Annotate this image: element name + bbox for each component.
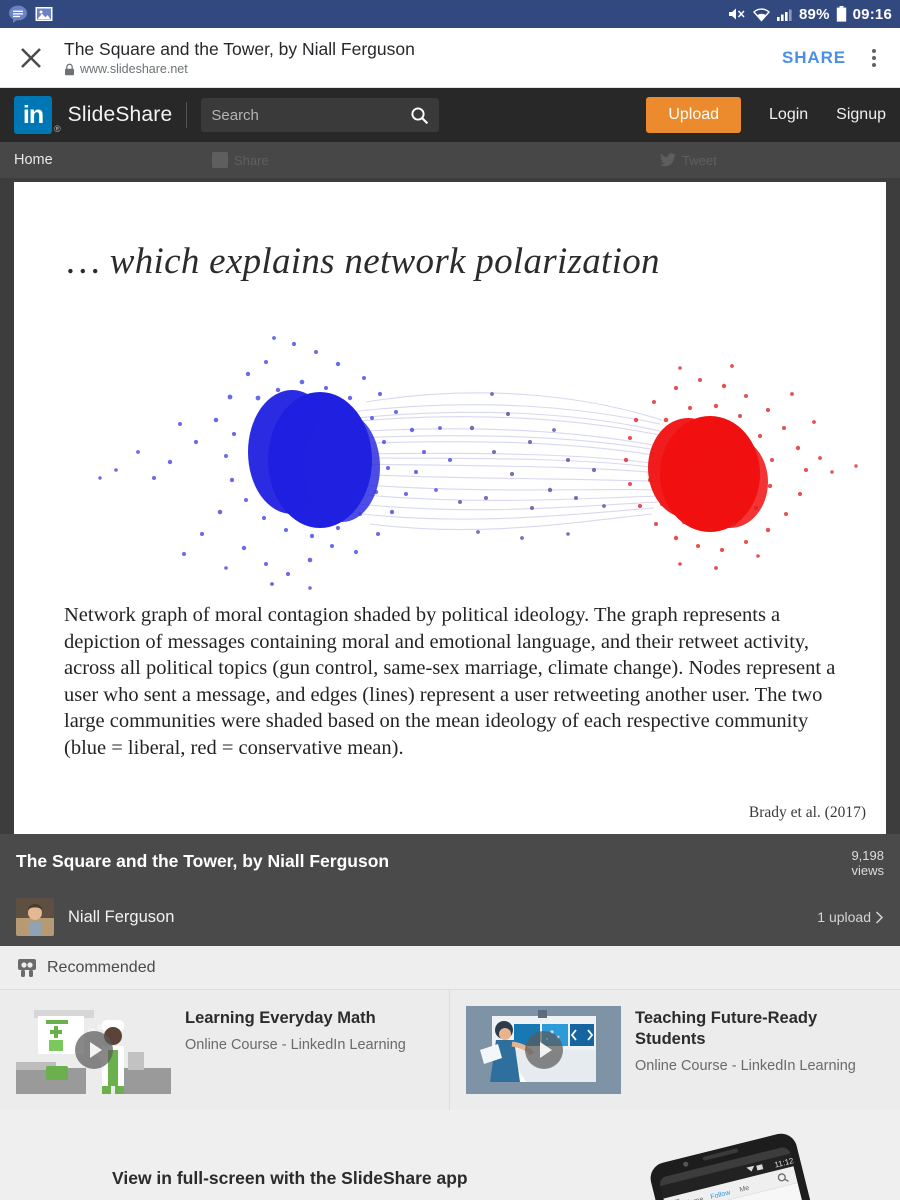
recommended-card-text: Teaching Future-Ready Students Online Co…: [635, 1006, 884, 1075]
uploads-link[interactable]: 1 upload: [817, 909, 884, 925]
current-slide[interactable]: … which explains network polarization Ne…: [14, 182, 886, 834]
app-promo-section: View in full-screen with the SlideShare …: [0, 1110, 900, 1200]
avatar-image: [16, 898, 54, 936]
chef-illustration-thumbnail[interactable]: [16, 1006, 171, 1094]
author-name[interactable]: Niall Ferguson: [68, 908, 174, 927]
search-input[interactable]: [211, 106, 411, 124]
android-phone-illustration: 11:12 Home Follow Me: [650, 1133, 816, 1200]
deck-author-row: Niall Ferguson 1 upload: [16, 898, 884, 936]
facebook-icon: [212, 152, 228, 168]
slideshare-brand[interactable]: SlideShare: [68, 103, 173, 127]
breadcrumb-bar: Home Share Tweet: [0, 142, 900, 178]
browser-title-block: The Square and the Tower, by Niall Fergu…: [64, 39, 782, 76]
twitter-icon: [660, 153, 676, 167]
play-triangle: [539, 1042, 552, 1058]
slide-frame: … which explains network polarization Ne…: [6, 182, 894, 834]
android-status-bar: 89% 09:16: [0, 0, 900, 28]
recommended-card-text: Learning Everyday Math Online Course - L…: [185, 1006, 406, 1054]
lock-icon: [65, 63, 74, 75]
recommended-card-subtitle: Online Course - LinkedIn Learning: [635, 1058, 856, 1074]
recommended-header: Recommended: [0, 946, 900, 990]
battery-icon: [836, 6, 846, 22]
search-icon[interactable]: [410, 106, 429, 125]
slide-body-text: Network graph of moral contagion shaded …: [64, 604, 836, 759]
battery-percent: 89%: [799, 5, 830, 23]
recommended-card-subtitle: Online Course - LinkedIn Learning: [185, 1037, 406, 1053]
status-clock: 09:16: [852, 5, 892, 23]
play-triangle: [89, 1042, 102, 1058]
nav-divider: [186, 102, 188, 128]
views-label: views: [851, 863, 884, 878]
author-block[interactable]: Niall Ferguson: [16, 898, 174, 936]
network-graph-figure: [14, 302, 886, 592]
linkedin-logo-icon[interactable]: in: [14, 96, 52, 134]
cell-signal-icon: [777, 9, 792, 21]
uploads-label: 1 upload: [817, 909, 871, 925]
search-box[interactable]: [201, 98, 440, 132]
volume-mute-icon: [729, 8, 745, 20]
avatar[interactable]: [16, 898, 54, 936]
recommended-card-title[interactable]: Teaching Future-Ready Students: [635, 1008, 884, 1050]
browser-url-row[interactable]: www.slideshare.net: [64, 62, 782, 76]
wifi-icon: [753, 7, 770, 22]
recommended-card[interactable]: Learning Everyday Math Online Course - L…: [0, 990, 450, 1110]
deck-title: The Square and the Tower, by Niall Fergu…: [16, 851, 390, 871]
recommended-label: Recommended: [47, 958, 156, 976]
kebab-dot: [872, 62, 876, 67]
deck-info-bar: The Square and the Tower, by Niall Fergu…: [0, 834, 900, 946]
status-notifications: [8, 4, 54, 24]
recommended-card-title[interactable]: Learning Everyday Math: [185, 1008, 406, 1029]
play-icon[interactable]: [524, 1031, 563, 1069]
browser-page-title: The Square and the Tower, by Niall Fergu…: [64, 39, 415, 59]
recommended-grid: Learning Everyday Math Online Course - L…: [0, 990, 900, 1110]
recommended-card[interactable]: Teaching Future-Ready Students Online Co…: [450, 990, 900, 1110]
browser-url: www.slideshare.net: [80, 62, 188, 76]
views-counter: 9,198 views: [851, 848, 884, 878]
status-indicators: 89% 09:16: [727, 6, 892, 23]
slide-citation: Brady et al. (2017): [748, 804, 866, 821]
screenshot-image-icon: [35, 7, 53, 21]
deck-title-row: The Square and the Tower, by Niall Fergu…: [16, 848, 884, 878]
facebook-share-ghost[interactable]: Share: [212, 152, 269, 168]
registered-mark: ®: [54, 124, 61, 134]
polarization-network-graph: [98, 336, 858, 590]
slideshare-robot-icon: [18, 958, 36, 977]
slide-viewer[interactable]: … which explains network polarization Ne…: [0, 178, 900, 834]
close-button[interactable]: [14, 41, 48, 75]
facebook-share-label: Share: [234, 152, 269, 168]
overflow-menu-button[interactable]: [862, 46, 886, 70]
play-icon[interactable]: [74, 1031, 113, 1069]
upload-button[interactable]: Upload: [646, 97, 742, 133]
slideshare-navbar: in ® SlideShare Upload Login Signup: [0, 88, 900, 142]
kebab-dot: [872, 48, 876, 53]
breadcrumb-home[interactable]: Home: [14, 152, 53, 168]
chevron-right-icon: [875, 910, 884, 924]
views-count: 9,198: [851, 848, 884, 863]
close-icon: [21, 47, 41, 68]
twitter-share-ghost[interactable]: Tweet: [660, 153, 717, 168]
twitter-share-label: Tweet: [682, 152, 717, 168]
share-button[interactable]: SHARE: [782, 48, 846, 68]
signup-link[interactable]: Signup: [836, 106, 886, 124]
slide-title: … which explains network polarization: [67, 241, 660, 282]
app-root: 89% 09:16 The Square and the Tower, by N…: [0, 0, 900, 1200]
teacher-illustration-thumbnail[interactable]: [466, 1006, 621, 1094]
login-link[interactable]: Login: [769, 106, 808, 124]
browser-toolbar: The Square and the Tower, by Niall Fergu…: [0, 28, 900, 88]
conservative-cluster: [648, 416, 768, 532]
kebab-dot: [872, 55, 876, 60]
chat-bubble-icon: [9, 5, 27, 23]
app-promo-title: View in full-screen with the SlideShare …: [112, 1168, 468, 1188]
